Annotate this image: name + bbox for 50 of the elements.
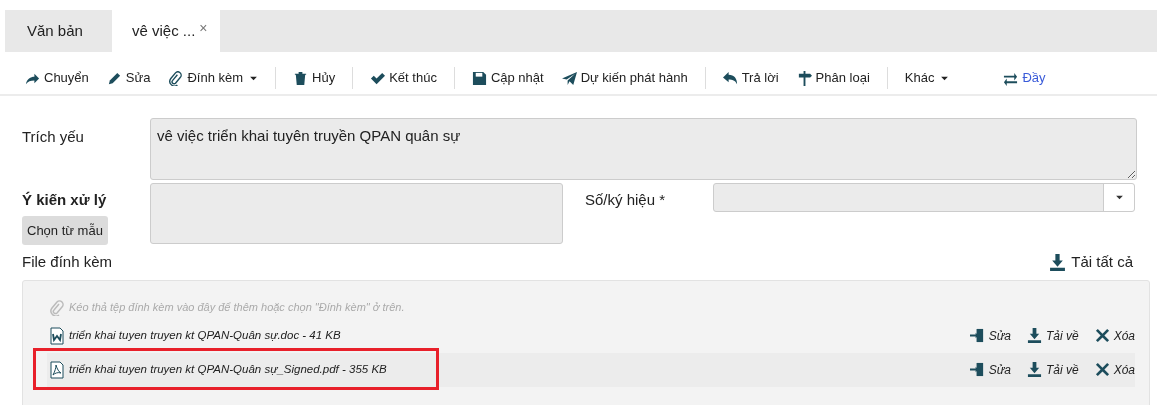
- trash-icon: [293, 70, 309, 86]
- close-button[interactable]: ×: [199, 17, 208, 39]
- section-label: File đính kèm: [22, 252, 113, 272]
- toolbar-link[interactable]: Đầy: [994, 63, 1055, 93]
- field-label: Số/ký hiệu *: [585, 190, 667, 210]
- tab[interactable]: vê việc ... ×: [112, 10, 220, 52]
- paperclip-icon: [49, 299, 65, 316]
- pdf-file-icon: [49, 360, 65, 379]
- toolbar-button[interactable]: Sửa: [97, 63, 160, 93]
- toolbar-button[interactable]: Khác: [895, 63, 959, 93]
- file-action-button[interactable]: Sửa: [969, 360, 1011, 379]
- toolbar-button[interactable]: Kết thúc: [361, 63, 446, 93]
- toolbar-button[interactable]: Chuyển: [16, 63, 98, 93]
- download-icon: [1026, 328, 1042, 343]
- download-icon: [1026, 362, 1042, 377]
- pencil-icon: [106, 70, 122, 86]
- word-file-icon: [49, 326, 65, 345]
- field-label: Trích yếu: [22, 127, 85, 147]
- file-action-button[interactable]: Sửa: [969, 326, 1011, 345]
- opinion-field[interactable]: [150, 183, 563, 244]
- toolbar-button[interactable]: Phân loại: [787, 63, 879, 93]
- edit-door-icon: [969, 362, 985, 377]
- file-action-button[interactable]: Xóa: [1094, 326, 1135, 345]
- paperclip-icon: [168, 70, 184, 86]
- toolbar-button[interactable]: Dự kiến phát hành: [552, 63, 697, 93]
- number-dropdown[interactable]: [713, 183, 1135, 212]
- toolbar-button[interactable]: Đính kèm: [159, 63, 268, 93]
- toolbar-button[interactable]: Cập nhật: [462, 63, 553, 93]
- file-action-button[interactable]: Tải về: [1026, 326, 1079, 345]
- check-icon: [370, 70, 386, 86]
- template-button[interactable]: Chọn từ mẫu: [22, 215, 108, 245]
- download-all-link[interactable]: Tải tất cả: [1049, 251, 1133, 274]
- field-label: Ý kiến xử lý: [22, 190, 107, 210]
- hint-text: Kéo thả tệp đính kèm vào đây để thêm hoặc chọn "Đính kèm" ở trên.: [69, 300, 405, 316]
- download-icon: [1049, 253, 1067, 271]
- paper-plane-icon: [561, 70, 577, 86]
- file-action-button[interactable]: Tải về: [1026, 360, 1079, 379]
- toolbar-button[interactable]: Hủy: [284, 63, 345, 93]
- signpost-icon: [796, 70, 812, 86]
- close-icon: [1094, 362, 1110, 377]
- swap-arrows-icon: [1003, 70, 1019, 86]
- file-action-button[interactable]: Xóa: [1094, 360, 1135, 379]
- caret-icon: [1114, 193, 1124, 202]
- reply-arrow-icon: [722, 70, 738, 86]
- toolbar-button[interactable]: Trả lời: [713, 63, 788, 93]
- close-icon: [1094, 328, 1110, 343]
- file-name[interactable]: triển khai tuyen truyen kt QPAN-Quân sự.doc - 41 KB: [69, 326, 341, 345]
- summary-field[interactable]: vê việc triển khai tuyên truyền QPAN quân sự: [150, 118, 1137, 180]
- file-name[interactable]: triển khai tuyen truyen kt QPAN-Quân sự_Signed.pdf - 355 KB: [69, 360, 387, 379]
- edit-door-icon: [969, 328, 985, 343]
